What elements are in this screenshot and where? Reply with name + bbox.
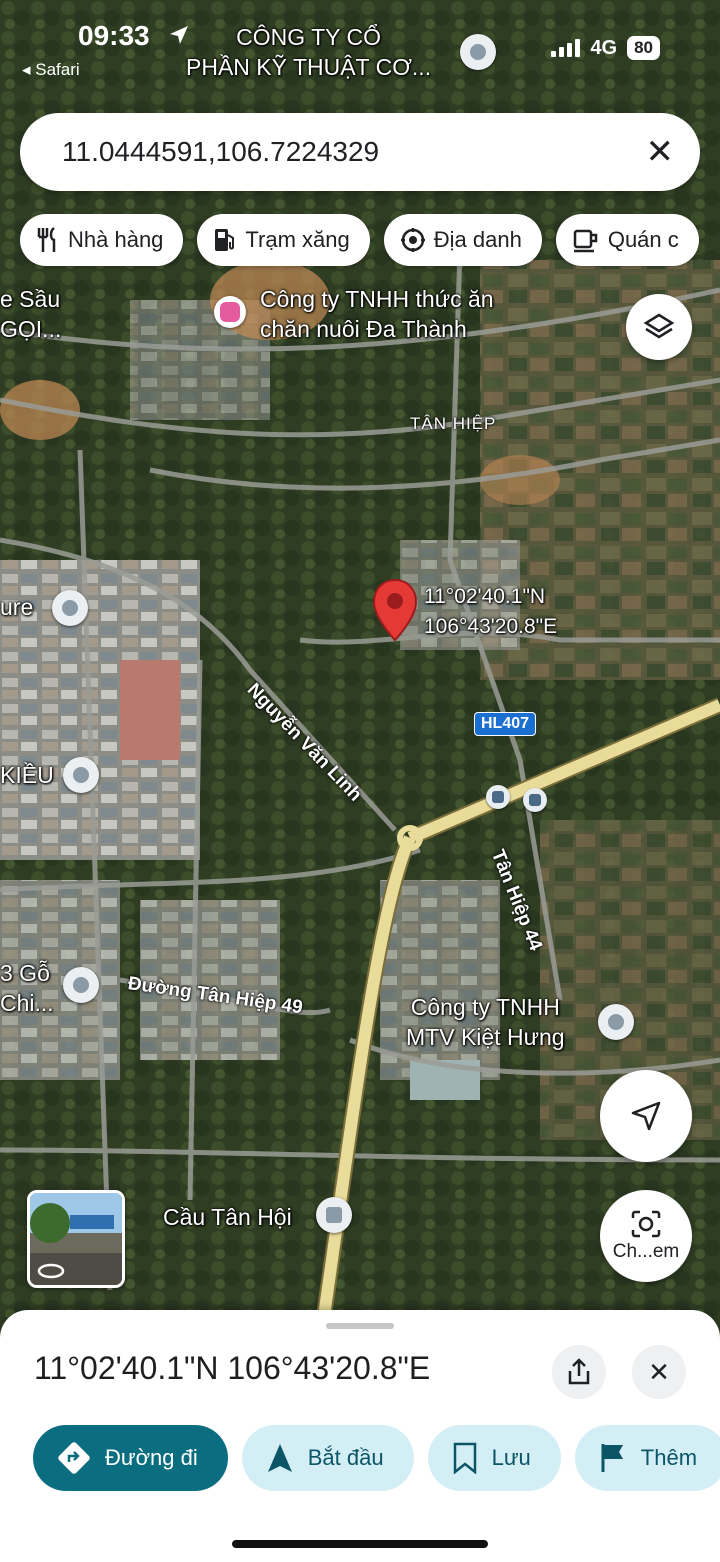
- navigation-arrow-icon: [631, 1101, 661, 1131]
- map-label-kiet-hung[interactable]: Công ty TNHH MTV Kiệt Hưng: [406, 992, 565, 1052]
- map-area-label: TÂN HIỆP: [410, 414, 497, 433]
- camera-lens-icon: [631, 1210, 661, 1238]
- more-button[interactable]: Thêm: [574, 1425, 720, 1491]
- rotate-360-icon: [37, 1263, 65, 1279]
- back-chevron-icon: ◂: [22, 60, 36, 79]
- route-shield: HL407: [474, 712, 537, 736]
- cafe-icon: [573, 229, 598, 253]
- save-label: Lưu: [491, 1445, 531, 1470]
- landmark-icon: [400, 228, 425, 252]
- start-button[interactable]: Bắt đầu: [241, 1425, 414, 1491]
- close-icon: ✕: [648, 1356, 670, 1387]
- poi-pin-icon[interactable]: [63, 757, 99, 793]
- bookmark-icon: [453, 1442, 476, 1474]
- close-sheet-button[interactable]: ✕: [632, 1345, 686, 1399]
- directions-icon: [58, 1442, 90, 1474]
- chip-label: Nhà hàng: [68, 227, 164, 252]
- search-query[interactable]: 11.0444591,106.7224329: [62, 136, 646, 168]
- sheet-drag-handle[interactable]: [326, 1323, 394, 1329]
- search-bar[interactable]: 11.0444591,106.7224329 ✕: [20, 113, 700, 191]
- chip-label: Quán c: [607, 227, 679, 252]
- status-time: 09:33: [78, 20, 150, 51]
- dropped-pin-icon[interactable]: [372, 578, 418, 642]
- chip-label: Địa danh: [433, 227, 522, 252]
- signal-icon: [551, 39, 581, 57]
- place-bottom-sheet[interactable]: 11°02'40.1"N 106°43'20.8"E ✕ Đường đi Bắ…: [0, 1310, 720, 1562]
- restaurant-icon: [37, 227, 56, 252]
- poi-pin-icon[interactable]: [63, 967, 99, 1003]
- clear-search-icon[interactable]: ✕: [646, 132, 675, 172]
- sheet-actions: Đường đi Bắt đầu Lưu Thêm: [33, 1425, 720, 1491]
- chip-landmarks[interactable]: Địa danh: [383, 214, 542, 266]
- more-label: Thêm: [640, 1445, 698, 1470]
- directions-label: Đường đi: [105, 1445, 198, 1470]
- category-chips: Nhà hàng Trạm xăng Địa danh Quán c: [20, 214, 699, 266]
- home-indicator[interactable]: [232, 1540, 488, 1548]
- bridge-pin-icon[interactable]: [316, 1197, 352, 1233]
- status-indicators: 4G 80: [551, 36, 660, 60]
- poi-pin-icon[interactable]: [598, 1004, 634, 1040]
- hotel-pin-icon[interactable]: [214, 296, 246, 328]
- lens-button[interactable]: Ch...em: [600, 1190, 692, 1282]
- share-icon: [568, 1358, 590, 1385]
- map-label-top-poi[interactable]: CÔNG TY CỔ PHẦN KỸ THUẬT CƠ...: [186, 22, 431, 82]
- my-location-button[interactable]: [600, 1070, 692, 1162]
- location-arrow-icon: [170, 26, 188, 44]
- share-button[interactable]: [552, 1345, 606, 1399]
- back-to-app[interactable]: ◂ Safari: [22, 60, 80, 80]
- flag-icon: [601, 1444, 623, 1472]
- directions-button[interactable]: Đường đi: [33, 1425, 228, 1491]
- navigation-arrow-icon: [267, 1444, 292, 1472]
- battery-level: 80: [627, 36, 660, 60]
- street-view-thumbnail[interactable]: [27, 1190, 125, 1288]
- layers-button[interactable]: [626, 294, 692, 360]
- lens-label: Ch...em: [612, 1241, 680, 1262]
- map-label-left-poi-1[interactable]: e Sầu GỌI...: [0, 284, 61, 344]
- bus-stop-icon[interactable]: [523, 788, 547, 812]
- map-label-left-poi-3[interactable]: KIỀU: [0, 760, 54, 790]
- map-label-left-poi-4[interactable]: 3 Gỗ Chi...: [0, 958, 54, 1018]
- save-button[interactable]: Lưu: [427, 1425, 561, 1491]
- map-label-left-poi-2[interactable]: ure: [0, 592, 33, 622]
- layers-icon: [643, 313, 675, 339]
- map-label-bridge[interactable]: Cầu Tân Hội: [163, 1202, 292, 1232]
- back-app-label: Safari: [35, 60, 80, 79]
- network-type: 4G: [590, 36, 618, 59]
- map-pin-coordinates: 11°02'40.1"N 106°43'20.8"E: [424, 585, 558, 638]
- poi-pin-icon[interactable]: [52, 590, 88, 626]
- gas-station-icon: [215, 229, 235, 251]
- chip-gas-stations[interactable]: Trạm xăng: [197, 214, 370, 266]
- map-label-hotel-poi[interactable]: Công ty TNHH thức ăn chăn nuôi Đa Thành: [260, 284, 494, 344]
- chip-cafes[interactable]: Quán c: [555, 214, 699, 266]
- start-label: Bắt đầu: [307, 1445, 384, 1470]
- poi-pin-icon[interactable]: [460, 34, 496, 70]
- chip-restaurants[interactable]: Nhà hàng: [20, 214, 184, 266]
- sheet-title: 11°02'40.1"N 106°43'20.8"E: [34, 1350, 431, 1386]
- bus-stop-icon[interactable]: [486, 785, 510, 809]
- chip-label: Trạm xăng: [245, 227, 350, 252]
